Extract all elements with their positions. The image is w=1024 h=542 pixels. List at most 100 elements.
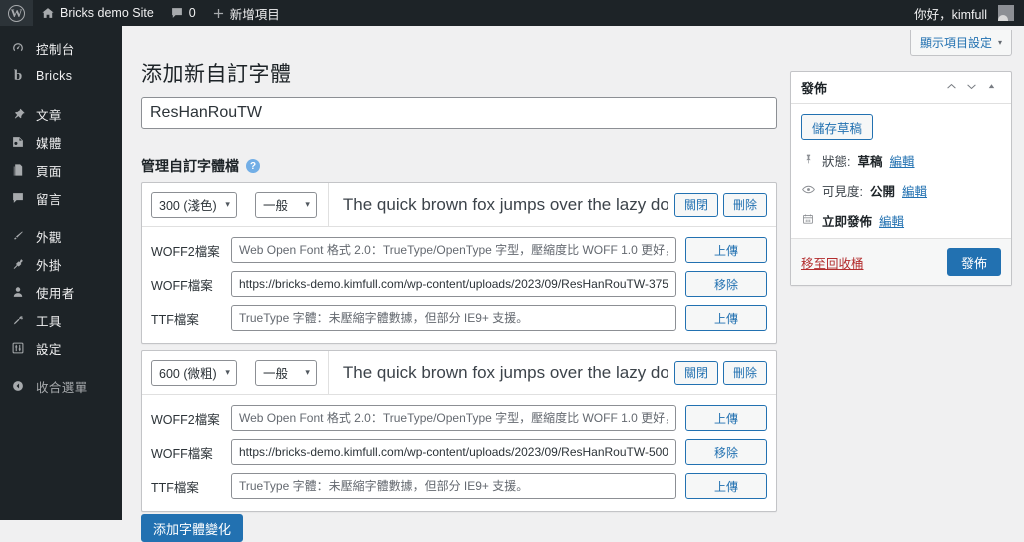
sidebar-item-bricks[interactable]: b Bricks [0, 62, 122, 90]
font-weight-value: 600 (微粗) [159, 367, 217, 381]
move-to-trash-link[interactable]: 移至回收桶 [801, 253, 864, 272]
font-style-select[interactable]: 一般 ▾ [254, 359, 317, 386]
screen-options-toggle[interactable]: 顯示項目設定 ▾ [909, 30, 1012, 56]
font-weight-value: 300 (淺色) [159, 199, 217, 213]
chevron-down-icon: ▾ [225, 199, 230, 209]
chevron-down-icon: ▾ [305, 367, 310, 377]
font-variation-card: 600 (微粗) ▾ 一般 ▾ The quick brown fox jump… [141, 350, 777, 512]
posts-pin-icon [9, 107, 27, 121]
bricks-icon: b [13, 67, 23, 84]
post-status-row: 狀態: 草稿 編輯 [801, 151, 1001, 170]
my-account-menu[interactable]: 你好，kimfull [906, 0, 1024, 26]
chevron-down-icon: ▾ [225, 367, 230, 377]
sidebar-item-label: 設定 [36, 342, 62, 357]
font-variation-header: 600 (微粗) ▾ 一般 ▾ The quick brown fox jump… [142, 350, 776, 395]
publish-button[interactable]: 發佈 [946, 248, 1001, 276]
sidebar-item-appearance[interactable]: 外觀 [0, 222, 122, 250]
edit-schedule-link[interactable]: 編輯 [879, 211, 904, 230]
save-draft-button[interactable]: 儲存草稿 [801, 114, 874, 140]
font-variation-card: 300 (淺色) ▾ 一般 ▾ The quick brown fox jump… [141, 182, 777, 344]
woff-remove-button[interactable]: 移除 [685, 439, 767, 465]
sidebar-item-users[interactable]: 使用者 [0, 278, 122, 306]
post-visibility-value: 公開 [869, 185, 895, 199]
main-content: 顯示項目設定 ▾ 添加新自訂字體 管理自訂字體檔 ? 300 (淺色) ▾ 一般… [122, 26, 1024, 542]
post-status-value: 草稿 [857, 155, 883, 169]
site-name-menu[interactable]: Bricks demo Site [33, 0, 162, 26]
ttf-label: TTF檔案 [151, 480, 199, 495]
close-variation-button[interactable]: 關閉 [673, 360, 718, 385]
edit-visibility-link[interactable]: 編輯 [902, 181, 927, 200]
sidebar-item-comments[interactable]: 留言 [0, 184, 122, 212]
delete-variation-button[interactable]: 刪除 [722, 192, 767, 217]
post-status-label: 狀態: [822, 155, 851, 169]
ttf-file-row: TTF檔案 上傳 [151, 473, 767, 499]
woff-label: WOFF檔案 [151, 446, 213, 461]
sidebar-item-settings[interactable]: 設定 [0, 334, 122, 362]
chevron-down-icon: ▾ [997, 38, 1002, 47]
help-icon[interactable]: ? [246, 159, 260, 173]
chevron-down-icon: ▾ [305, 199, 310, 209]
sidebar-item-posts[interactable]: 文章 [0, 100, 122, 128]
woff2-label: WOFF2檔案 [151, 244, 220, 259]
new-item-label: 新增項目 [229, 7, 280, 22]
sidebar-item-label: 文章 [36, 108, 62, 123]
add-font-variation-button[interactable]: 添加字體變化 [141, 514, 244, 542]
wordpress-logo-icon: W [8, 4, 25, 22]
collapse-arrow-icon [9, 379, 27, 393]
publish-panel-title: 發佈 [801, 81, 828, 96]
woff2-upload-button[interactable]: 上傳 [685, 237, 767, 263]
new-content-menu[interactable]: 新增項目 [204, 0, 288, 26]
woff-file-row: WOFF檔案 移除 [151, 271, 767, 297]
ttf-input[interactable] [231, 473, 676, 499]
greeting-label: 你好，kimfull [914, 7, 987, 22]
woff2-file-row: WOFF2檔案 上傳 [151, 237, 767, 263]
sidebar-item-tools[interactable]: 工具 [0, 306, 122, 334]
home-icon [41, 6, 55, 20]
ttf-upload-button[interactable]: 上傳 [685, 473, 767, 499]
font-style-select[interactable]: 一般 ▾ [254, 191, 317, 218]
pages-icon [9, 163, 27, 177]
wordpress-logo-menu[interactable]: W [0, 0, 33, 26]
sidebar-item-media[interactable]: 媒體 [0, 128, 122, 156]
edit-status-link[interactable]: 編輯 [890, 151, 915, 170]
woff2-input[interactable] [231, 405, 676, 431]
plugins-plug-icon [9, 257, 27, 271]
sidebar-item-label: 外觀 [36, 230, 62, 245]
comments-bubble-menu[interactable]: 0 [162, 0, 204, 26]
ttf-input[interactable] [231, 305, 676, 331]
plus-icon [212, 7, 225, 20]
woff2-input[interactable] [231, 237, 676, 263]
delete-variation-button[interactable]: 刪除 [722, 360, 767, 385]
sidebar-item-plugins[interactable]: 外掛 [0, 250, 122, 278]
manage-fonts-section-title: 管理自訂字體檔 ? [141, 156, 260, 176]
woff-remove-button[interactable]: 移除 [685, 271, 767, 297]
eye-icon [801, 184, 815, 198]
chevron-down-icon[interactable] [961, 80, 981, 96]
toggle-panel-icon[interactable] [981, 81, 1001, 95]
chevron-up-icon[interactable] [941, 80, 961, 96]
close-variation-button[interactable]: 關閉 [673, 192, 718, 217]
font-file-rows: WOFF2檔案 上傳 WOFF檔案 移除 TTF檔案 上傳 [142, 395, 776, 511]
comment-count: 0 [188, 6, 196, 20]
sidebar-item-label: 使用者 [36, 286, 75, 301]
woff2-upload-button[interactable]: 上傳 [685, 405, 767, 431]
font-variation-actions: 關閉 刪除 [673, 192, 767, 217]
ttf-upload-button[interactable]: 上傳 [685, 305, 767, 331]
woff-input[interactable] [231, 439, 676, 465]
sidebar-item-label: 外掛 [36, 258, 62, 273]
font-style-value: 一般 [262, 199, 288, 213]
menu-separator [0, 212, 122, 222]
font-weight-select[interactable]: 600 (微粗) ▾ [151, 359, 237, 386]
sidebar-item-dashboard[interactable]: 控制台 [0, 34, 122, 62]
sidebar-item-pages[interactable]: 頁面 [0, 156, 122, 184]
admin-bar: W Bricks demo Site 0 新增項目 你好，kimfull [0, 0, 1024, 26]
publish-panel: 發佈 儲存草稿 狀態: 草稿 編輯 可見度: 公開 編輯 立即發佈 編輯 移至回… [790, 71, 1012, 286]
collapse-menu-button[interactable]: 收合選單 [0, 372, 122, 400]
font-name-input[interactable] [141, 97, 777, 129]
font-weight-select[interactable]: 300 (淺色) ▾ [151, 191, 237, 218]
sidebar-item-label: Bricks [36, 69, 73, 83]
comments-icon [9, 191, 27, 205]
media-icon [9, 135, 27, 149]
woff-input[interactable] [231, 271, 676, 297]
ttf-label: TTF檔案 [151, 312, 199, 327]
